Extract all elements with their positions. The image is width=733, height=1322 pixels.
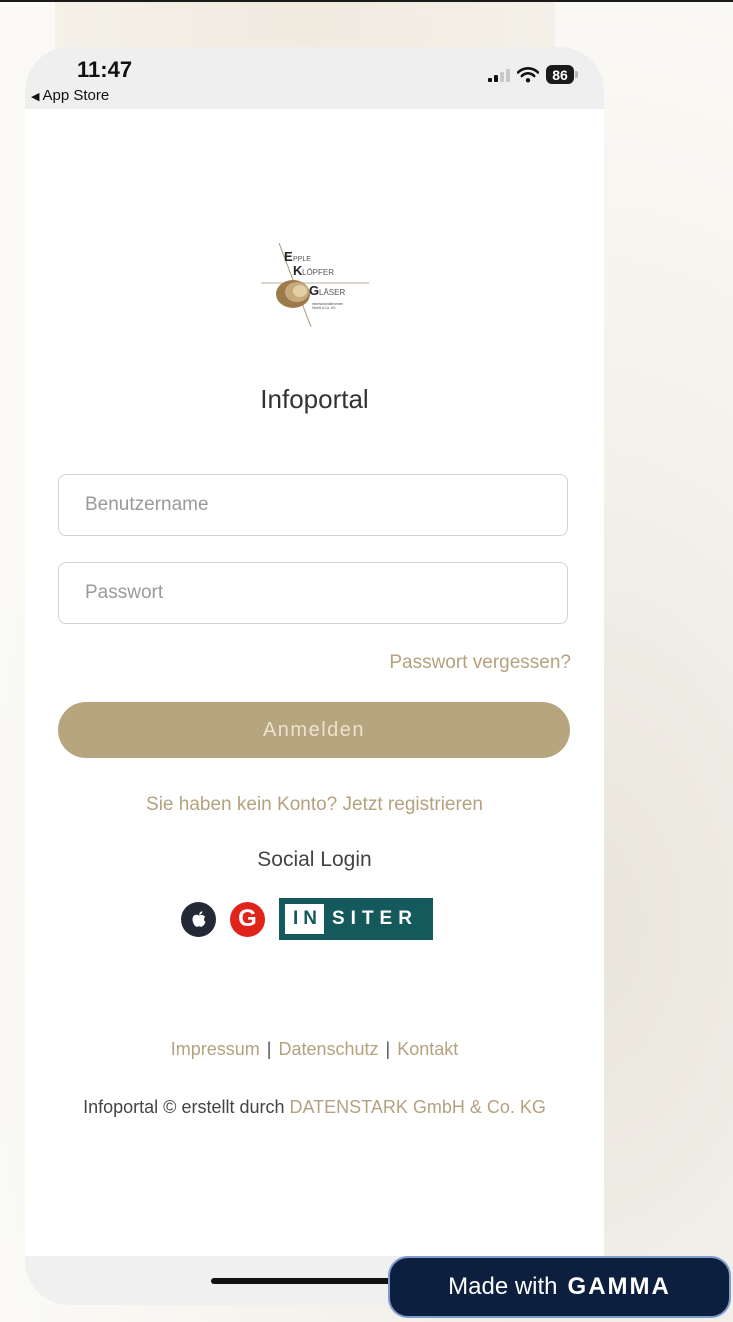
company-logo: E PPLE K LÖPFER G LÄSER mineral-fondsbru… [261,242,369,328]
status-icons: 86 [488,65,578,84]
social-login-title: Social Login [257,848,372,871]
signal-icon [488,68,510,82]
register-link[interactable]: Sie haben kein Konto? Jetzt registrieren [25,794,604,816]
insiter-login-button[interactable]: IN SITER [279,898,433,940]
insiter-logo-text: SITER [332,908,418,929]
battery-icon: 86 [546,65,574,84]
gamma-logo: GAMMA [567,1273,671,1300]
datenschutz-link[interactable]: Datenschutz [278,1039,378,1059]
apple-icon [192,911,205,927]
password-input[interactable] [58,562,568,624]
impressum-link[interactable]: Impressum [171,1039,260,1059]
svg-text:LÄSER: LÄSER [319,288,345,297]
social-login-buttons: G IN SITER [181,898,433,940]
badge-prefix: Made with [448,1273,558,1300]
footer-credits: Infoportal © erstellt durch DATENSTARK G… [25,1097,604,1118]
status-bar: 11:47 ◀ App Store 86 [25,47,604,109]
svg-text:LÖPFER: LÖPFER [302,268,334,277]
svg-text:G: G [309,283,319,298]
link-separator: | [266,1039,272,1059]
app-header-gap [25,109,604,199]
company-link[interactable]: DATENSTARK GmbH & Co. KG [289,1097,545,1117]
back-arrow-icon: ◀ [31,91,40,103]
google-login-button[interactable]: G [230,901,265,937]
phone-screen: 11:47 ◀ App Store 86 E PPLE K LÖPFER G L… [25,47,604,1305]
link-separator: | [385,1039,391,1059]
credits-prefix: Infoportal © erstellt durch [83,1097,290,1117]
background-haze [55,2,555,50]
kontakt-link[interactable]: Kontakt [397,1039,458,1059]
google-icon: G [238,905,257,932]
back-to-app-store[interactable]: ◀ App Store [31,87,109,104]
svg-text:GmbH & Co. KG: GmbH & Co. KG [312,306,336,310]
svg-text:PPLE: PPLE [293,256,311,263]
status-time: 11:47 [77,57,133,82]
home-indicator[interactable] [211,1278,409,1284]
made-with-gamma-badge[interactable]: Made with GAMMA [388,1256,731,1318]
login-button[interactable]: Anmelden [58,702,570,758]
username-input[interactable] [58,474,568,536]
back-label: App Store [42,87,110,104]
svg-text:E: E [284,249,293,264]
battery-nub [575,71,578,78]
forgot-password-link[interactable]: Passwort vergessen? [389,652,571,674]
footer-links: Impressum | Datenschutz | Kontakt [25,1039,604,1060]
insiter-logo-box: IN [285,904,324,934]
apple-login-button[interactable] [181,901,216,937]
wifi-icon [517,66,539,82]
page-title: Infoportal [260,384,369,414]
